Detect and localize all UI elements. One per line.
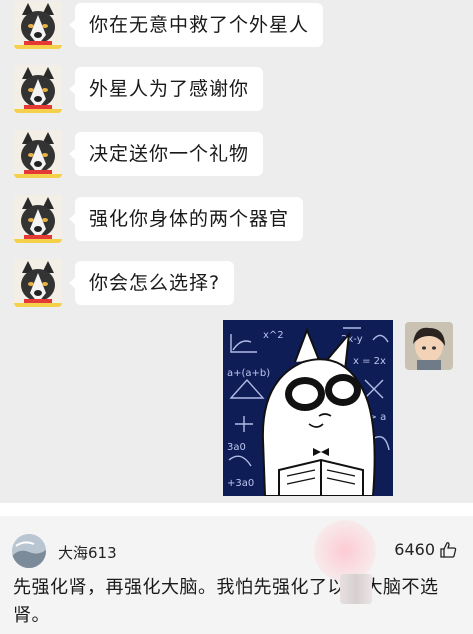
- thumbs-up-icon: [440, 541, 457, 558]
- message-bubble[interactable]: 外星人为了感谢你: [75, 67, 264, 111]
- message-row: 强化你身体的两个器官: [14, 194, 304, 244]
- user-avatar[interactable]: [405, 322, 453, 370]
- cartoon-sticker-image[interactable]: 2x-y x = 2x a+(a+b) 3a0 +3a0 2 > a x^2: [223, 320, 393, 496]
- commenter-username[interactable]: 大海613: [58, 542, 117, 563]
- husky-avatar[interactable]: [14, 259, 62, 307]
- like-count: 6460: [394, 540, 435, 559]
- message-bubble[interactable]: 决定送你一个礼物: [75, 132, 264, 176]
- message-bubble[interactable]: 你在无意中救了个外星人: [75, 3, 324, 47]
- watermark-stamp: [314, 520, 376, 582]
- commenter-avatar[interactable]: [12, 534, 46, 568]
- message-row: 你会怎么选择?: [14, 258, 235, 308]
- bubble-tail: [69, 277, 76, 289]
- like-button[interactable]: 6460: [394, 540, 457, 559]
- sticker-message-row: 2x-y x = 2x a+(a+b) 3a0 +3a0 2 > a x^2: [223, 320, 453, 496]
- message-row: 你在无意中救了个外星人: [14, 0, 324, 50]
- svg-text:3a0: 3a0: [227, 442, 246, 453]
- husky-avatar[interactable]: [14, 195, 62, 243]
- husky-avatar[interactable]: [14, 1, 62, 49]
- bubble-tail: [69, 213, 76, 225]
- svg-text:x = 2x: x = 2x: [353, 356, 386, 367]
- bubble-tail: [69, 148, 76, 160]
- svg-text:a+(a+b): a+(a+b): [227, 368, 270, 379]
- comment-card: 大海613 6460 先强化肾，再强化大脑。我怕先强化了以后大脑不选肾。: [0, 516, 473, 634]
- message-row: 外星人为了感谢你: [14, 64, 264, 114]
- chat-screenshot: 你在无意中救了个外星人 外星人为了感谢你 决定送你一个礼物 强化你身体的两个器官…: [0, 0, 473, 503]
- bubble-tail: [69, 19, 76, 31]
- blurred-text-patch: [340, 574, 372, 604]
- message-bubble[interactable]: 强化你身体的两个器官: [75, 197, 304, 241]
- husky-avatar[interactable]: [14, 65, 62, 113]
- bubble-tail: [69, 83, 76, 95]
- message-bubble[interactable]: 你会怎么选择?: [75, 261, 235, 305]
- svg-text:x^2: x^2: [263, 330, 284, 341]
- svg-text:+3a0: +3a0: [227, 478, 254, 489]
- husky-avatar[interactable]: [14, 130, 62, 178]
- comment-text: 先强化肾，再强化大脑。我怕先强化了以后大脑不选肾。: [13, 577, 439, 626]
- message-row: 决定送你一个礼物: [14, 129, 264, 179]
